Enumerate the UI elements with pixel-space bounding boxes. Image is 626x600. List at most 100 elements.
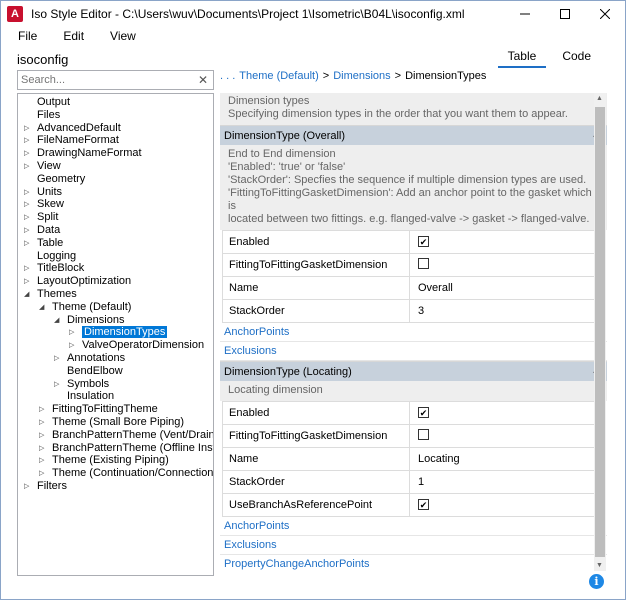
menu-edit[interactable]: Edit: [46, 26, 93, 46]
collapsed-arrow-icon[interactable]: ▷: [24, 275, 29, 288]
tree-item[interactable]: ▷ FileNameFormat: [24, 134, 119, 147]
tree-item[interactable]: ▷ Theme (Continuation/Connection Pipi: [39, 467, 213, 480]
checkbox-checked[interactable]: ✔: [418, 236, 429, 247]
collapsed-arrow-icon[interactable]: ▷: [39, 429, 44, 442]
tree-item-label: Symbols: [67, 377, 110, 390]
tree-item[interactable]: ▷ LayoutOptimization: [24, 275, 131, 288]
tree-item[interactable]: ▷ DimensionTypes: [69, 326, 168, 339]
search-input[interactable]: [21, 74, 196, 86]
collapsed-arrow-icon[interactable]: ▷: [69, 326, 74, 339]
section-link[interactable]: AnchorPoints: [220, 323, 607, 342]
property-value-field[interactable]: 3: [409, 299, 595, 323]
tree-item[interactable]: ▷ View: [24, 160, 61, 173]
info-icon[interactable]: i: [589, 574, 604, 589]
scroll-down-icon[interactable]: ▼: [596, 562, 603, 569]
tree-item[interactable]: Logging: [24, 250, 76, 263]
tree-item[interactable]: ▷ Data: [24, 224, 60, 237]
tree-item[interactable]: ◢ Themes: [24, 288, 77, 301]
tree-item[interactable]: ▷ Split: [24, 211, 58, 224]
section-link[interactable]: Exclusions: [220, 342, 607, 361]
maximize-button[interactable]: [545, 1, 585, 26]
checkbox-checked[interactable]: ✔: [418, 499, 429, 510]
section-header[interactable]: DimensionType (Overall)▲: [220, 125, 607, 145]
collapsed-arrow-icon[interactable]: ▷: [54, 352, 59, 365]
tree-item[interactable]: ▷ Table: [24, 237, 63, 250]
collapsed-arrow-icon[interactable]: ▷: [39, 403, 44, 416]
tree-item[interactable]: ▷ Theme (Small Bore Piping): [39, 416, 184, 429]
clear-search-icon[interactable]: ✕: [198, 73, 208, 87]
breadcrumb-ellipsis[interactable]: . . .: [220, 70, 235, 84]
collapsed-arrow-icon[interactable]: ▷: [24, 262, 29, 275]
property-value-field[interactable]: Locating: [409, 447, 595, 471]
minimize-button[interactable]: [505, 1, 545, 26]
tree-item[interactable]: ▷ DrawingNameFormat: [24, 147, 142, 160]
expanded-arrow-icon[interactable]: ◢: [39, 301, 44, 314]
tree-item[interactable]: ▷ ValveOperatorDimension: [69, 339, 204, 352]
collapsed-arrow-icon[interactable]: ▷: [24, 160, 29, 173]
tree-item[interactable]: ▷ TitleBlock: [24, 262, 84, 275]
tab-table[interactable]: Table: [497, 47, 547, 68]
section-header[interactable]: DimensionType (Locating)▲: [220, 361, 607, 381]
tree-item[interactable]: ▷ BranchPatternTheme (Offline Instrume: [39, 442, 213, 455]
section-link[interactable]: AnchorPoints: [220, 517, 607, 536]
tree-item[interactable]: ▷ Theme (Existing Piping): [39, 454, 169, 467]
close-button[interactable]: [585, 1, 625, 26]
collapsed-arrow-icon[interactable]: ▷: [24, 480, 29, 493]
tree-item[interactable]: Insulation: [54, 390, 114, 403]
checkbox-unchecked[interactable]: [418, 258, 429, 269]
tree-item-label: Dimensions: [67, 313, 125, 326]
tab-code[interactable]: Code: [552, 47, 601, 68]
property-value-field[interactable]: 1: [409, 470, 595, 494]
menu-file[interactable]: File: [1, 26, 46, 46]
checkbox-checked[interactable]: ✔: [418, 407, 429, 418]
tree-item[interactable]: Geometry: [24, 173, 85, 186]
collapsed-arrow-icon[interactable]: ▷: [39, 416, 44, 429]
checkbox-unchecked[interactable]: [418, 429, 429, 440]
vertical-scrollbar[interactable]: ▲ ▼: [594, 93, 606, 571]
expanded-arrow-icon[interactable]: ◢: [24, 288, 29, 301]
collapsed-arrow-icon[interactable]: ▷: [24, 224, 29, 237]
expanded-arrow-icon[interactable]: ◢: [54, 314, 59, 327]
config-tree[interactable]: Output Files ▷ AdvancedDefault ▷ FileNameForm…: [17, 93, 214, 576]
tree-item[interactable]: ▷ FittingToFittingTheme: [39, 403, 158, 416]
tree-item[interactable]: ▷ Annotations: [54, 352, 125, 365]
collapsed-arrow-icon[interactable]: ▷: [54, 378, 59, 391]
breadcrumb-theme-default[interactable]: Theme (Default): [239, 70, 318, 84]
collapsed-arrow-icon[interactable]: ▷: [24, 147, 29, 160]
collapsed-arrow-icon[interactable]: ▷: [39, 454, 44, 467]
property-value-field[interactable]: Overall: [409, 276, 595, 300]
tree-item-label: DrawingNameFormat: [37, 147, 142, 160]
tree-item-label: Theme (Small Bore Piping): [52, 416, 185, 428]
tree-item[interactable]: BendElbow: [54, 365, 123, 378]
collapsed-arrow-icon[interactable]: ▷: [24, 186, 29, 199]
scroll-up-icon[interactable]: ▲: [596, 95, 603, 102]
collapsed-arrow-icon[interactable]: ▷: [24, 237, 29, 250]
collapsed-arrow-icon[interactable]: ▷: [39, 467, 44, 480]
tree-item[interactable]: ▷ Filters: [24, 480, 67, 493]
menu-bar: File Edit View: [1, 26, 145, 46]
property-value: ✔: [409, 493, 595, 517]
tree-item[interactable]: ▷ AdvancedDefault: [24, 122, 121, 135]
tree-item[interactable]: ▷ Skew: [24, 198, 64, 211]
tree-item[interactable]: ◢ Theme (Default): [39, 301, 131, 314]
collapsed-arrow-icon[interactable]: ▷: [24, 198, 29, 211]
tree-item[interactable]: ◢ Dimensions: [54, 314, 124, 327]
collapsed-arrow-icon[interactable]: ▷: [24, 211, 29, 224]
tree-item[interactable]: ▷ Units: [24, 186, 62, 199]
tree-item-label: DimensionTypes: [82, 326, 168, 339]
section-link[interactable]: PropertyChangeAnchorPoints: [220, 555, 607, 571]
tree-item[interactable]: ▷ Symbols: [54, 378, 109, 391]
property-name: Enabled: [222, 401, 410, 425]
collapsed-arrow-icon[interactable]: ▷: [24, 122, 29, 135]
menu-view[interactable]: View: [93, 26, 145, 46]
tree-item[interactable]: ▷ BranchPatternTheme (Vent/Drain Pipin: [39, 429, 213, 442]
section-link[interactable]: Exclusions: [220, 536, 607, 555]
tree-item[interactable]: Files: [24, 109, 60, 122]
collapsed-arrow-icon[interactable]: ▷: [69, 339, 74, 352]
breadcrumb-dimensions[interactable]: Dimensions: [333, 70, 390, 84]
autocad-a-icon: A: [7, 5, 23, 22]
tree-item[interactable]: Output: [24, 96, 70, 109]
scrollbar-thumb[interactable]: [595, 107, 605, 557]
collapsed-arrow-icon[interactable]: ▷: [24, 134, 29, 147]
collapsed-arrow-icon[interactable]: ▷: [39, 442, 44, 455]
